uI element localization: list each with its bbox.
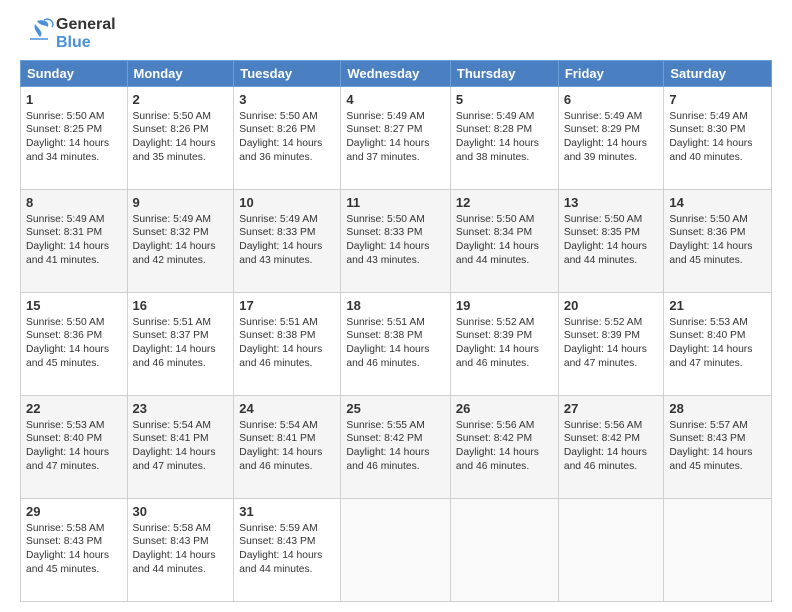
day-number: 14 — [669, 194, 766, 212]
day-number: 29 — [26, 503, 122, 521]
day-number: 26 — [456, 400, 553, 418]
calendar-row: 8Sunrise: 5:49 AMSunset: 8:31 PMDaylight… — [21, 190, 772, 293]
table-row: 31Sunrise: 5:59 AMSunset: 8:43 PMDayligh… — [234, 499, 341, 602]
page: General Blue Sunday Monday Tuesday Wedne… — [0, 0, 792, 612]
calendar-row: 15Sunrise: 5:50 AMSunset: 8:36 PMDayligh… — [21, 293, 772, 396]
calendar-table: Sunday Monday Tuesday Wednesday Thursday… — [20, 60, 772, 602]
col-saturday: Saturday — [664, 61, 772, 87]
header: General Blue — [20, 16, 772, 52]
table-row: 23Sunrise: 5:54 AMSunset: 8:41 PMDayligh… — [127, 396, 234, 499]
table-row: 4Sunrise: 5:49 AMSunset: 8:27 PMDaylight… — [341, 87, 451, 190]
day-number: 11 — [346, 194, 445, 212]
day-number: 27 — [564, 400, 659, 418]
table-row: 13Sunrise: 5:50 AMSunset: 8:35 PMDayligh… — [558, 190, 664, 293]
table-row — [558, 499, 664, 602]
table-row: 27Sunrise: 5:56 AMSunset: 8:42 PMDayligh… — [558, 396, 664, 499]
table-row: 7Sunrise: 5:49 AMSunset: 8:30 PMDaylight… — [664, 87, 772, 190]
table-row: 11Sunrise: 5:50 AMSunset: 8:33 PMDayligh… — [341, 190, 451, 293]
col-monday: Monday — [127, 61, 234, 87]
day-number: 25 — [346, 400, 445, 418]
logo-general: General — [56, 16, 116, 33]
day-number: 21 — [669, 297, 766, 315]
table-row: 3Sunrise: 5:50 AMSunset: 8:26 PMDaylight… — [234, 87, 341, 190]
table-row: 19Sunrise: 5:52 AMSunset: 8:39 PMDayligh… — [450, 293, 558, 396]
day-number: 13 — [564, 194, 659, 212]
day-number: 7 — [669, 91, 766, 109]
table-row — [450, 499, 558, 602]
day-number: 18 — [346, 297, 445, 315]
calendar-row: 22Sunrise: 5:53 AMSunset: 8:40 PMDayligh… — [21, 396, 772, 499]
table-row: 2Sunrise: 5:50 AMSunset: 8:26 PMDaylight… — [127, 87, 234, 190]
day-number: 22 — [26, 400, 122, 418]
day-number: 30 — [133, 503, 229, 521]
table-row — [341, 499, 451, 602]
col-wednesday: Wednesday — [341, 61, 451, 87]
day-number: 3 — [239, 91, 335, 109]
table-row: 1Sunrise: 5:50 AMSunset: 8:25 PMDaylight… — [21, 87, 128, 190]
table-row: 5Sunrise: 5:49 AMSunset: 8:28 PMDaylight… — [450, 87, 558, 190]
calendar-row: 1Sunrise: 5:50 AMSunset: 8:25 PMDaylight… — [21, 87, 772, 190]
day-number: 17 — [239, 297, 335, 315]
table-row: 15Sunrise: 5:50 AMSunset: 8:36 PMDayligh… — [21, 293, 128, 396]
day-number: 10 — [239, 194, 335, 212]
day-number: 4 — [346, 91, 445, 109]
table-row: 16Sunrise: 5:51 AMSunset: 8:37 PMDayligh… — [127, 293, 234, 396]
table-row: 14Sunrise: 5:50 AMSunset: 8:36 PMDayligh… — [664, 190, 772, 293]
table-row: 25Sunrise: 5:55 AMSunset: 8:42 PMDayligh… — [341, 396, 451, 499]
table-row: 24Sunrise: 5:54 AMSunset: 8:41 PMDayligh… — [234, 396, 341, 499]
table-row: 12Sunrise: 5:50 AMSunset: 8:34 PMDayligh… — [450, 190, 558, 293]
day-number: 31 — [239, 503, 335, 521]
calendar-header-row: Sunday Monday Tuesday Wednesday Thursday… — [21, 61, 772, 87]
table-row: 18Sunrise: 5:51 AMSunset: 8:38 PMDayligh… — [341, 293, 451, 396]
day-number: 28 — [669, 400, 766, 418]
calendar-row: 29Sunrise: 5:58 AMSunset: 8:43 PMDayligh… — [21, 499, 772, 602]
table-row: 8Sunrise: 5:49 AMSunset: 8:31 PMDaylight… — [21, 190, 128, 293]
table-row: 6Sunrise: 5:49 AMSunset: 8:29 PMDaylight… — [558, 87, 664, 190]
table-row: 22Sunrise: 5:53 AMSunset: 8:40 PMDayligh… — [21, 396, 128, 499]
day-number: 1 — [26, 91, 122, 109]
table-row: 29Sunrise: 5:58 AMSunset: 8:43 PMDayligh… — [21, 499, 128, 602]
day-number: 2 — [133, 91, 229, 109]
table-row: 26Sunrise: 5:56 AMSunset: 8:42 PMDayligh… — [450, 396, 558, 499]
day-number: 8 — [26, 194, 122, 212]
day-number: 20 — [564, 297, 659, 315]
day-number: 23 — [133, 400, 229, 418]
day-number: 19 — [456, 297, 553, 315]
day-number: 5 — [456, 91, 553, 109]
col-tuesday: Tuesday — [234, 61, 341, 87]
table-row: 9Sunrise: 5:49 AMSunset: 8:32 PMDaylight… — [127, 190, 234, 293]
col-thursday: Thursday — [450, 61, 558, 87]
table-row: 20Sunrise: 5:52 AMSunset: 8:39 PMDayligh… — [558, 293, 664, 396]
day-number: 6 — [564, 91, 659, 109]
table-row: 10Sunrise: 5:49 AMSunset: 8:33 PMDayligh… — [234, 190, 341, 293]
logo: General Blue — [20, 16, 116, 52]
logo-blue: Blue — [56, 34, 91, 51]
day-number: 24 — [239, 400, 335, 418]
logo-bird-icon — [20, 17, 54, 51]
table-row: 30Sunrise: 5:58 AMSunset: 8:43 PMDayligh… — [127, 499, 234, 602]
table-row — [664, 499, 772, 602]
day-number: 9 — [133, 194, 229, 212]
col-friday: Friday — [558, 61, 664, 87]
day-number: 12 — [456, 194, 553, 212]
table-row: 17Sunrise: 5:51 AMSunset: 8:38 PMDayligh… — [234, 293, 341, 396]
table-row: 21Sunrise: 5:53 AMSunset: 8:40 PMDayligh… — [664, 293, 772, 396]
col-sunday: Sunday — [21, 61, 128, 87]
day-number: 16 — [133, 297, 229, 315]
day-number: 15 — [26, 297, 122, 315]
table-row: 28Sunrise: 5:57 AMSunset: 8:43 PMDayligh… — [664, 396, 772, 499]
